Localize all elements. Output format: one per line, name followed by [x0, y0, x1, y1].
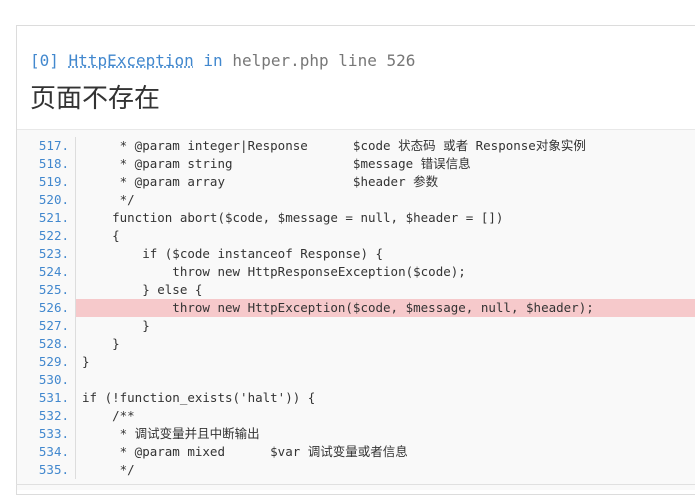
code-text: throw new HttpException($code, $message,…	[76, 299, 695, 317]
line-number: 524.	[38, 264, 69, 279]
line-number: 519.	[38, 174, 69, 189]
code-line: 533. * 调试变量并且中断输出	[17, 425, 695, 443]
line-number: 533.	[38, 426, 69, 441]
code-line: 535. */	[17, 461, 695, 479]
line-number: 522.	[38, 228, 69, 243]
code-text: {	[82, 228, 120, 243]
code-line: 528. }	[17, 335, 695, 353]
code-text: * @param mixed $var 调试变量或者信息	[82, 444, 408, 459]
line-number: 525.	[38, 282, 69, 297]
code-line: 525. } else {	[17, 281, 695, 299]
line-number: 523.	[38, 246, 69, 261]
code-line: 522. {	[17, 227, 695, 245]
code-line: 519. * @param array $header 参数	[17, 173, 695, 191]
source-code-view: 517. * @param integer|Response $code 状态码…	[17, 130, 695, 490]
code-text: }	[82, 354, 90, 369]
exception-index: [0]	[30, 51, 59, 70]
code-line: 532. /**	[17, 407, 695, 425]
code-line: 530.	[17, 371, 695, 389]
code-text: * @param integer|Response $code 状态码 或者 R…	[82, 138, 586, 153]
line-number: 531.	[38, 390, 69, 405]
code-text: }	[82, 336, 120, 351]
line-number: 535.	[38, 462, 69, 477]
code-text: */	[82, 462, 135, 477]
code-text: * 调试变量并且中断输出	[82, 426, 260, 441]
exception-class-link[interactable]: HttpException	[69, 51, 194, 70]
line-number: 532.	[38, 408, 69, 423]
code-line: 531. if (!function_exists('halt')) {	[17, 389, 695, 407]
code-text: * @param array $header 参数	[82, 174, 439, 189]
divider	[16, 484, 695, 485]
code-line: 527. }	[17, 317, 695, 335]
code-line-highlighted: 526. throw new HttpException($code, $mes…	[17, 299, 695, 317]
line-number: 518.	[38, 156, 69, 171]
code-text: */	[82, 192, 135, 207]
code-line: 521. function abort($code, $message = nu…	[17, 209, 695, 227]
exception-panel: [0] HttpException in helper.php line 526…	[16, 25, 695, 495]
line-number: 527.	[38, 318, 69, 333]
exception-file: helper.php	[232, 51, 329, 70]
line-number: 529.	[38, 354, 69, 369]
line-number: 526.	[38, 300, 69, 315]
code-text: function abort($code, $message = null, $…	[82, 210, 504, 225]
page-title: 页面不存在	[30, 84, 161, 114]
code-text: throw new HttpResponseException($code);	[82, 264, 466, 279]
exception-line-number: 526	[386, 51, 416, 70]
line-number: 530.	[38, 372, 69, 387]
code-line: 524. throw new HttpResponseException($co…	[17, 263, 695, 281]
exception-line-word: line	[338, 51, 377, 70]
code-text: }	[82, 318, 150, 333]
line-number: 517.	[38, 138, 69, 153]
exception-in-word: in	[203, 51, 223, 70]
code-text: if ($code instanceof Response) {	[82, 246, 384, 261]
line-number: 534.	[38, 444, 69, 459]
code-line: 529.}	[17, 353, 695, 371]
line-number: 520.	[38, 192, 69, 207]
code-line: 517. * @param integer|Response $code 状态码…	[17, 137, 695, 155]
code-line: 520. */	[17, 191, 695, 209]
code-line: 523. if ($code instanceof Response) {	[17, 245, 695, 263]
exception-header: [0] HttpException in helper.php line 526…	[17, 26, 695, 130]
line-number: 528.	[38, 336, 69, 351]
code-line: 534. * @param mixed $var 调试变量或者信息	[17, 443, 695, 461]
exception-location: [0] HttpException in helper.php line 526	[30, 26, 695, 73]
code-text: * @param string $message 错误信息	[82, 156, 471, 171]
code-text: } else {	[82, 282, 203, 297]
code-line: 518. * @param string $message 错误信息	[17, 155, 695, 173]
code-text: /**	[82, 408, 135, 423]
line-number: 521.	[38, 210, 69, 225]
code-text: if (!function_exists('halt')) {	[82, 390, 316, 405]
